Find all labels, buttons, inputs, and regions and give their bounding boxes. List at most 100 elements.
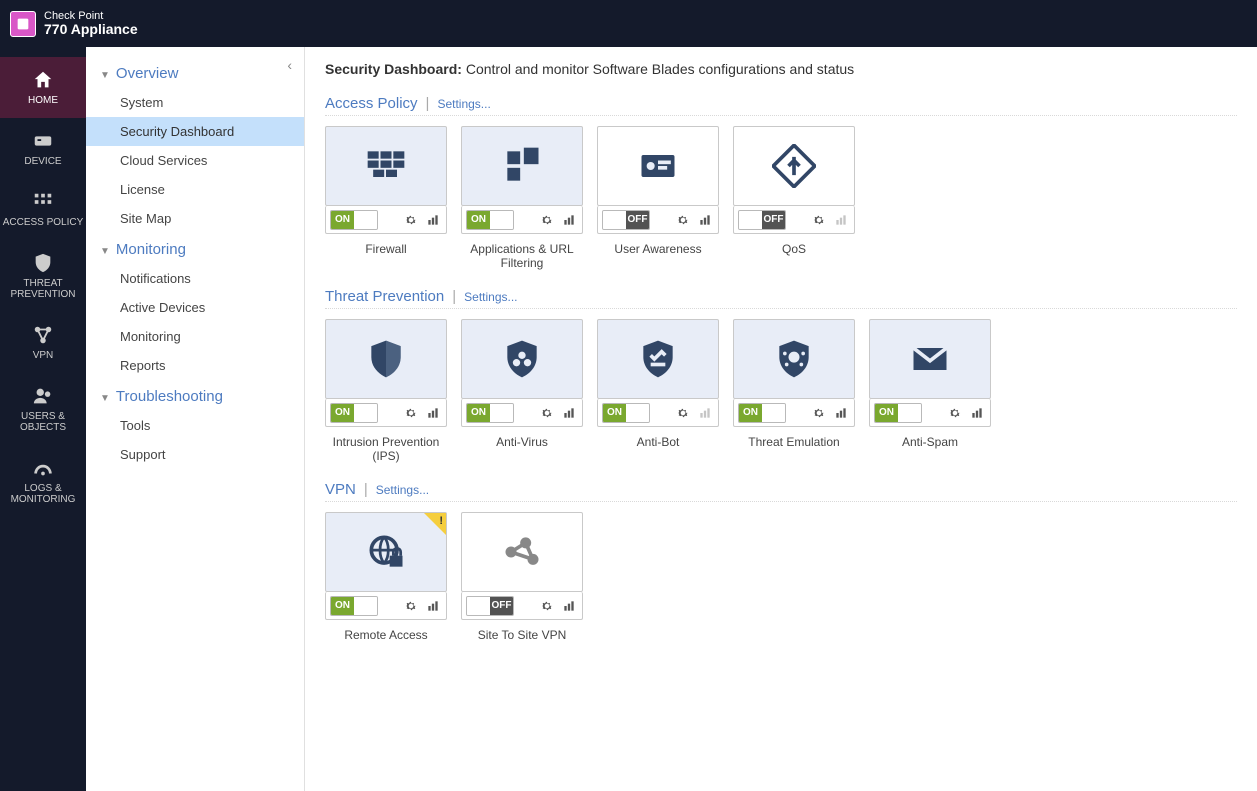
subnav-item-notifications[interactable]: Notifications bbox=[86, 264, 304, 293]
gear-icon[interactable] bbox=[402, 404, 420, 422]
blade-controls: OFF bbox=[597, 206, 719, 234]
blade-label: Anti-Virus bbox=[461, 435, 583, 463]
nodes-icon bbox=[500, 530, 544, 574]
subnav-group-monitoring[interactable]: ▼Monitoring bbox=[86, 235, 304, 264]
blade-controls: ON bbox=[325, 592, 447, 620]
nav-home[interactable]: HOME bbox=[0, 57, 86, 118]
stats-icon[interactable] bbox=[696, 404, 714, 422]
nav-users-objects[interactable]: USERS & OBJECTS bbox=[0, 373, 86, 445]
stats-icon[interactable] bbox=[560, 211, 578, 229]
nav-threat-prevention[interactable]: THREAT PREVENTION bbox=[0, 240, 86, 312]
subnav-item-license[interactable]: License bbox=[86, 175, 304, 204]
blade-controls: ON bbox=[869, 399, 991, 427]
subnav-item-reports[interactable]: Reports bbox=[86, 351, 304, 380]
subnav-group-troubleshooting[interactable]: ▼Troubleshooting bbox=[86, 382, 304, 411]
stats-icon[interactable] bbox=[424, 211, 442, 229]
stats-icon[interactable] bbox=[696, 211, 714, 229]
subnav-item-monitoring[interactable]: Monitoring bbox=[86, 322, 304, 351]
blade-icon-area[interactable] bbox=[733, 319, 855, 399]
blade-label: Applications & URL Filtering bbox=[461, 242, 583, 270]
blade-icon-area[interactable] bbox=[869, 319, 991, 399]
subnav-group-overview[interactable]: ▼Overview bbox=[86, 59, 304, 88]
subnav-item-support[interactable]: Support bbox=[86, 440, 304, 469]
blade-controls: OFF bbox=[733, 206, 855, 234]
settings-link-access-policy[interactable]: Settings... bbox=[437, 97, 490, 111]
chevron-down-icon: ▼ bbox=[100, 393, 110, 404]
stats-icon[interactable] bbox=[560, 597, 578, 615]
blade-icon-area[interactable] bbox=[461, 319, 583, 399]
stats-icon[interactable] bbox=[424, 404, 442, 422]
nav-access-policy[interactable]: ACCESS POLICY bbox=[0, 179, 86, 240]
toggle-ra[interactable]: ON bbox=[330, 596, 378, 616]
sub-nav: ‹ ▼OverviewSystemSecurity DashboardCloud… bbox=[86, 47, 305, 791]
gear-icon[interactable] bbox=[402, 597, 420, 615]
collapse-subnav-icon[interactable]: ‹ bbox=[287, 57, 292, 73]
blade-card-firewall: ON Firewall bbox=[325, 126, 447, 270]
stats-icon[interactable] bbox=[560, 404, 578, 422]
subnav-item-security-dashboard[interactable]: Security Dashboard bbox=[86, 117, 304, 146]
toggle-as[interactable]: ON bbox=[874, 403, 922, 423]
toggle-te[interactable]: ON bbox=[738, 403, 786, 423]
subnav-item-site-map[interactable]: Site Map bbox=[86, 204, 304, 233]
nav-rail: HOMEDEVICEACCESS POLICYTHREAT PREVENTION… bbox=[0, 47, 86, 791]
gear-icon[interactable] bbox=[946, 404, 964, 422]
blade-icon-area[interactable] bbox=[461, 512, 583, 592]
toggle-ab[interactable]: ON bbox=[602, 403, 650, 423]
nav-device[interactable]: DEVICE bbox=[0, 118, 86, 179]
toggle-av[interactable]: ON bbox=[466, 403, 514, 423]
section-title: Access Policy bbox=[325, 95, 418, 112]
users-objects-icon bbox=[2, 385, 84, 407]
subnav-item-tools[interactable]: Tools bbox=[86, 411, 304, 440]
blade-icon-area[interactable] bbox=[597, 126, 719, 206]
subnav-item-active-devices[interactable]: Active Devices bbox=[86, 293, 304, 322]
gear-icon[interactable] bbox=[810, 211, 828, 229]
brand-logo-icon bbox=[10, 11, 36, 37]
settings-link-vpn[interactable]: Settings... bbox=[376, 483, 429, 497]
chevron-down-icon: ▼ bbox=[100, 246, 110, 257]
gear-icon[interactable] bbox=[538, 211, 556, 229]
nav-vpn[interactable]: VPN bbox=[0, 312, 86, 373]
page-header: Security Dashboard: Control and monitor … bbox=[325, 61, 1237, 77]
gear-icon[interactable] bbox=[674, 404, 692, 422]
blade-icon-area[interactable] bbox=[325, 512, 447, 592]
blade-icon-area[interactable] bbox=[733, 126, 855, 206]
stats-icon[interactable] bbox=[832, 404, 850, 422]
blade-icon-area[interactable] bbox=[597, 319, 719, 399]
blade-label: Intrusion Prevention (IPS) bbox=[325, 435, 447, 463]
blade-controls: ON bbox=[325, 399, 447, 427]
threat-prevention-icon bbox=[2, 252, 84, 274]
toggle-ips[interactable]: ON bbox=[330, 403, 378, 423]
blade-label: Anti-Spam bbox=[869, 435, 991, 463]
blade-label: Site To Site VPN bbox=[461, 628, 583, 656]
nav-logs-monitoring[interactable]: LOGS & MONITORING bbox=[0, 445, 86, 517]
toggle-s2s[interactable]: OFF bbox=[466, 596, 514, 616]
toggle-user-aware[interactable]: OFF bbox=[602, 210, 650, 230]
toggle-apps[interactable]: ON bbox=[466, 210, 514, 230]
gear-icon[interactable] bbox=[402, 211, 420, 229]
gear-icon[interactable] bbox=[674, 211, 692, 229]
blade-controls: ON bbox=[597, 399, 719, 427]
blade-controls: ON bbox=[461, 399, 583, 427]
chevron-down-icon: ▼ bbox=[100, 70, 110, 81]
blade-icon-area[interactable] bbox=[325, 126, 447, 206]
subnav-item-system[interactable]: System bbox=[86, 88, 304, 117]
toggle-qos[interactable]: OFF bbox=[738, 210, 786, 230]
stats-icon[interactable] bbox=[832, 211, 850, 229]
gear-icon[interactable] bbox=[810, 404, 828, 422]
stats-icon[interactable] bbox=[968, 404, 986, 422]
subnav-item-cloud-services[interactable]: Cloud Services bbox=[86, 146, 304, 175]
stats-icon[interactable] bbox=[424, 597, 442, 615]
blade-icon-area[interactable] bbox=[461, 126, 583, 206]
blade-label: QoS bbox=[733, 242, 855, 270]
gear-icon[interactable] bbox=[538, 597, 556, 615]
blade-card-ips: ON Intrusion Prevention (IPS) bbox=[325, 319, 447, 463]
toggle-firewall[interactable]: ON bbox=[330, 210, 378, 230]
settings-link-threat-prevention[interactable]: Settings... bbox=[464, 290, 517, 304]
blade-controls: ON bbox=[325, 206, 447, 234]
blade-icon-area[interactable] bbox=[325, 319, 447, 399]
top-bar: Check Point 770 Appliance bbox=[0, 0, 1257, 47]
gear-icon[interactable] bbox=[538, 404, 556, 422]
blade-card-ab: ON Anti-Bot bbox=[597, 319, 719, 463]
blade-label: Firewall bbox=[325, 242, 447, 270]
blade-card-av: ON Anti-Virus bbox=[461, 319, 583, 463]
